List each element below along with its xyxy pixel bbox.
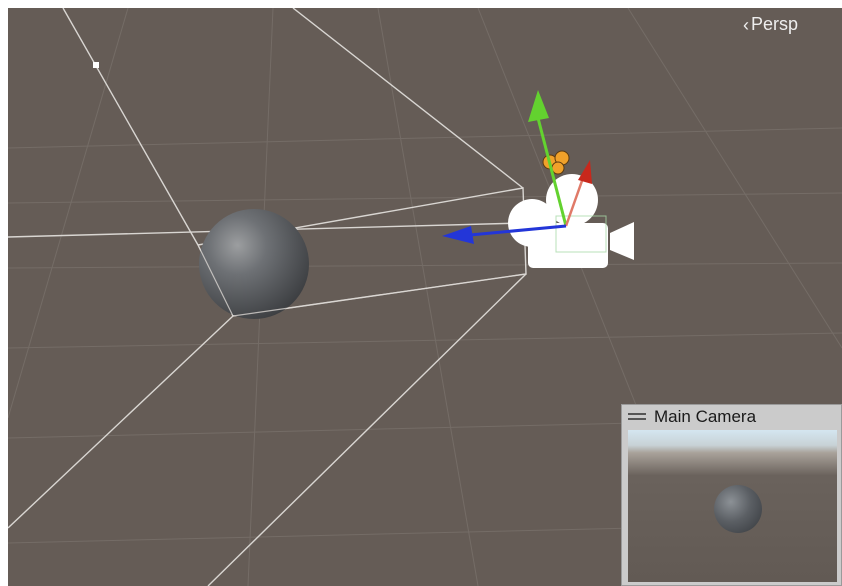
y-axis-arrow-icon[interactable]: [528, 90, 549, 122]
z-axis-arrow-icon[interactable]: [442, 226, 474, 244]
preview-sphere: [714, 485, 762, 533]
camera-preview-render: [628, 430, 837, 582]
x-axis-arrow-icon[interactable]: [578, 160, 592, 184]
projection-toggle[interactable]: ‹ Persp: [743, 14, 798, 35]
chevron-left-icon: ‹: [742, 14, 749, 35]
scene-viewport[interactable]: ‹ Persp Main Camera: [8, 8, 842, 586]
drag-handle-icon[interactable]: [628, 413, 646, 421]
camera-preview-panel[interactable]: Main Camera: [621, 404, 842, 586]
camera-preview-titlebar[interactable]: Main Camera: [622, 405, 841, 429]
point-handle[interactable]: [93, 62, 99, 68]
camera-preview-title: Main Camera: [654, 407, 757, 426]
projection-label: Persp: [750, 14, 798, 34]
sphere-object[interactable]: [199, 209, 309, 319]
camera-gizmo-icon[interactable]: [508, 174, 634, 268]
